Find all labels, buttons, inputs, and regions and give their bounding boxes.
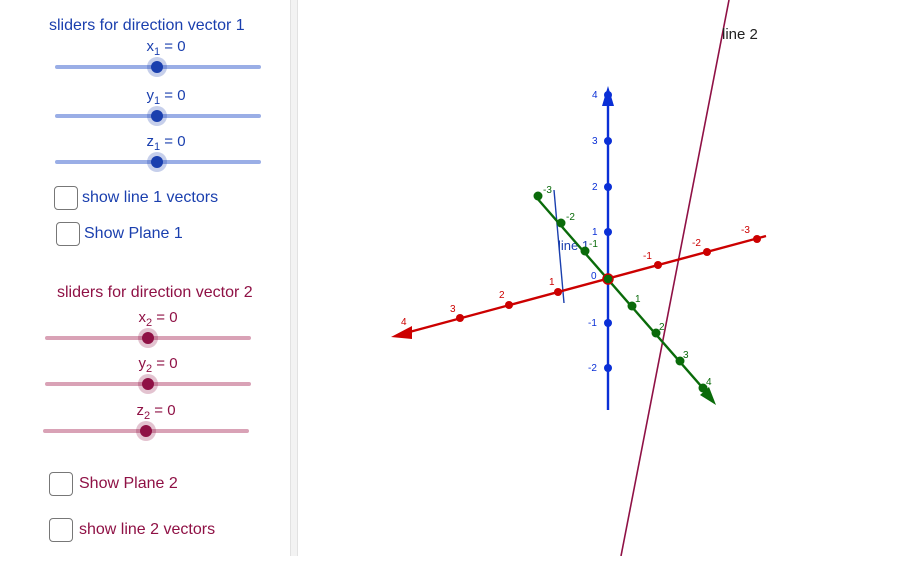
z-tick bbox=[604, 91, 612, 99]
slider-z1-label: z1 = 0 bbox=[146, 133, 186, 153]
origin-label: 0 bbox=[591, 271, 597, 282]
x-tick bbox=[554, 288, 562, 296]
x-tick-label: 2 bbox=[499, 290, 505, 301]
graph-svg[interactable]: line 2 line 1 4 3 2 1 -1 -2 -3 4 3 2 1 -… bbox=[298, 0, 900, 557]
x-tick bbox=[654, 261, 662, 269]
show-plane2-checkbox[interactable]: Show Plane 2 bbox=[49, 472, 178, 496]
x-tick bbox=[505, 301, 513, 309]
origin-point bbox=[602, 273, 614, 285]
x-tick-label: -3 bbox=[741, 225, 750, 236]
slider-z2-knob[interactable] bbox=[140, 425, 152, 437]
line-2[interactable] bbox=[620, 0, 730, 557]
slider-x2-knob[interactable] bbox=[142, 332, 154, 344]
line-2-label: line 2 bbox=[722, 26, 758, 43]
checkbox-label: Show Plane 2 bbox=[79, 475, 178, 492]
checkbox-box[interactable] bbox=[49, 472, 73, 496]
z-tick-label: 4 bbox=[592, 90, 598, 101]
y-tick-label: -1 bbox=[589, 239, 598, 250]
checkbox-label: show line 2 vectors bbox=[79, 521, 216, 538]
slider-z2-label: z2 = 0 bbox=[136, 402, 176, 422]
slider-y2-knob[interactable] bbox=[142, 378, 154, 390]
group2-heading: sliders for direction vector 2 bbox=[57, 284, 253, 301]
checkbox-box[interactable] bbox=[54, 186, 78, 210]
checkbox-label: Show Plane 1 bbox=[84, 225, 183, 242]
show-line1-vectors-checkbox[interactable]: show line 1 vectors bbox=[54, 186, 218, 210]
z-tick bbox=[604, 228, 612, 236]
x-tick-label: 4 bbox=[401, 317, 407, 328]
y-tick-label: 3 bbox=[683, 350, 689, 361]
z-tick bbox=[604, 319, 612, 327]
z-tick bbox=[604, 183, 612, 191]
control-panel: sliders for direction vector 1 x1 = 0 y1… bbox=[0, 0, 292, 556]
x-tick-label: -2 bbox=[692, 238, 701, 249]
z-tick bbox=[604, 137, 612, 145]
y-tick bbox=[533, 191, 543, 201]
y-tick-label: -3 bbox=[543, 185, 552, 196]
z-tick-label: 2 bbox=[592, 182, 598, 193]
panel-divider[interactable] bbox=[290, 0, 298, 556]
z-tick-label: 3 bbox=[592, 136, 598, 147]
x-tick bbox=[753, 235, 761, 243]
y-tick bbox=[556, 218, 566, 228]
x-tick-label: 3 bbox=[450, 304, 456, 315]
y-tick-label: 1 bbox=[635, 294, 641, 305]
show-plane1-checkbox[interactable]: Show Plane 1 bbox=[56, 222, 183, 246]
z-tick-label: 1 bbox=[592, 227, 598, 238]
z-tick-label: -2 bbox=[588, 363, 597, 374]
graphics-3d-view[interactable]: line 2 line 1 4 3 2 1 -1 -2 -3 4 3 2 1 -… bbox=[298, 0, 900, 557]
z-tick-label: -1 bbox=[588, 318, 597, 329]
group1-heading: sliders for direction vector 1 bbox=[49, 17, 245, 34]
y-tick-label: 2 bbox=[659, 322, 665, 333]
slider-x1-label: x1 = 0 bbox=[146, 38, 186, 58]
show-line2-vectors-checkbox[interactable]: show line 2 vectors bbox=[49, 518, 215, 542]
z-tick bbox=[604, 364, 612, 372]
x-tick-label: 1 bbox=[549, 277, 555, 288]
checkbox-box[interactable] bbox=[56, 222, 80, 246]
x-tick-label: -1 bbox=[643, 251, 652, 262]
checkbox-label: show line 1 vectors bbox=[82, 189, 219, 206]
checkbox-box[interactable] bbox=[49, 518, 73, 542]
slider-z1-knob[interactable] bbox=[151, 156, 163, 168]
slider-x2-label: x2 = 0 bbox=[138, 309, 178, 329]
x-tick bbox=[703, 248, 711, 256]
slider-y1-label: y1 = 0 bbox=[146, 87, 186, 107]
slider-y1-knob[interactable] bbox=[151, 110, 163, 122]
x-tick bbox=[456, 314, 464, 322]
y-tick-label: 4 bbox=[706, 377, 712, 388]
slider-y2-label: y2 = 0 bbox=[138, 355, 178, 375]
slider-x1-knob[interactable] bbox=[151, 61, 163, 73]
y-tick-label: -2 bbox=[566, 212, 575, 223]
